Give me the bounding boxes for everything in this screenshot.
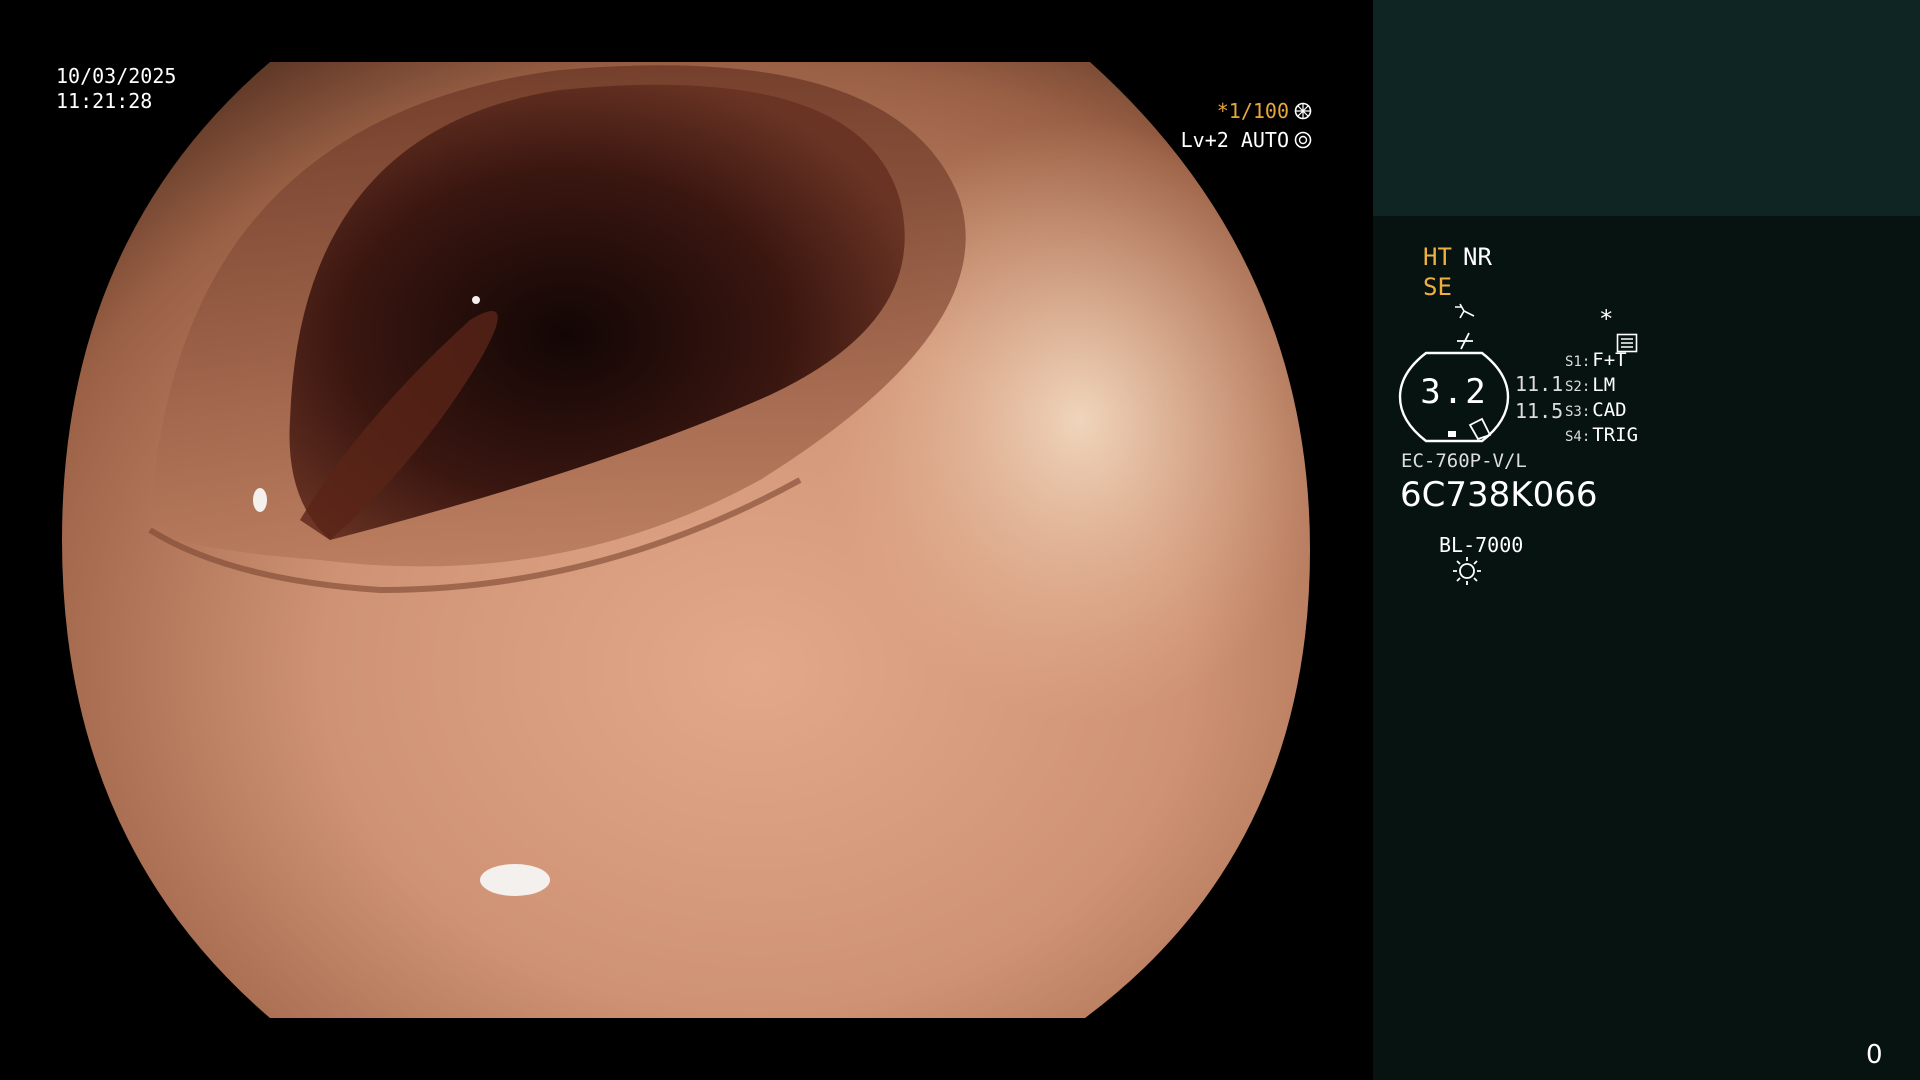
aperture-icon	[1293, 101, 1313, 121]
ht-label: HT	[1423, 243, 1452, 271]
value-lower: 11.5	[1515, 399, 1564, 423]
scope-model: EC-760P-V/L	[1401, 450, 1527, 472]
specular-highlight-3	[472, 296, 480, 304]
shutter-speed: *1/100	[1217, 99, 1313, 123]
specular-highlight-2	[253, 488, 267, 512]
value-upper: 11.1	[1515, 372, 1564, 396]
shutter-value: *1/100	[1216, 99, 1289, 123]
memory-asterisk: *	[1599, 305, 1614, 333]
panel-header	[1373, 0, 1920, 216]
switch-s4: S4: TRIG	[1565, 424, 1639, 446]
endoscope-view: 10/03/2025 11:21:28 *1/100 Lv+2 AUTO	[0, 0, 1373, 1080]
scope-serial: 6C738K066	[1400, 475, 1598, 515]
gauge-value: 3.2	[1420, 372, 1488, 412]
switch-s2: S2: LM	[1565, 374, 1616, 396]
endoscopic-image	[62, 62, 1310, 1018]
switch-s3: S3: CAD	[1565, 399, 1627, 421]
se-label: SE	[1423, 273, 1452, 301]
specular-highlight	[480, 864, 550, 896]
brightness-level: Lv+2 AUTO	[1181, 128, 1313, 152]
nr-label: NR	[1463, 243, 1492, 271]
info-panel: HT NR SE * 3.2 11.1 11.5 S1: F+T S2: LM S3…	[1373, 0, 1920, 1080]
date-readout: 10/03/2025	[56, 64, 177, 88]
image-counter: 0	[1866, 1040, 1883, 1070]
iris-icon	[1293, 130, 1313, 150]
level-value: Lv+2 AUTO	[1180, 128, 1289, 152]
time-readout: 11:21:28	[56, 89, 153, 113]
switch-s1: S1: F+T	[1565, 349, 1627, 371]
light-source-label: BL-7000	[1439, 533, 1524, 557]
